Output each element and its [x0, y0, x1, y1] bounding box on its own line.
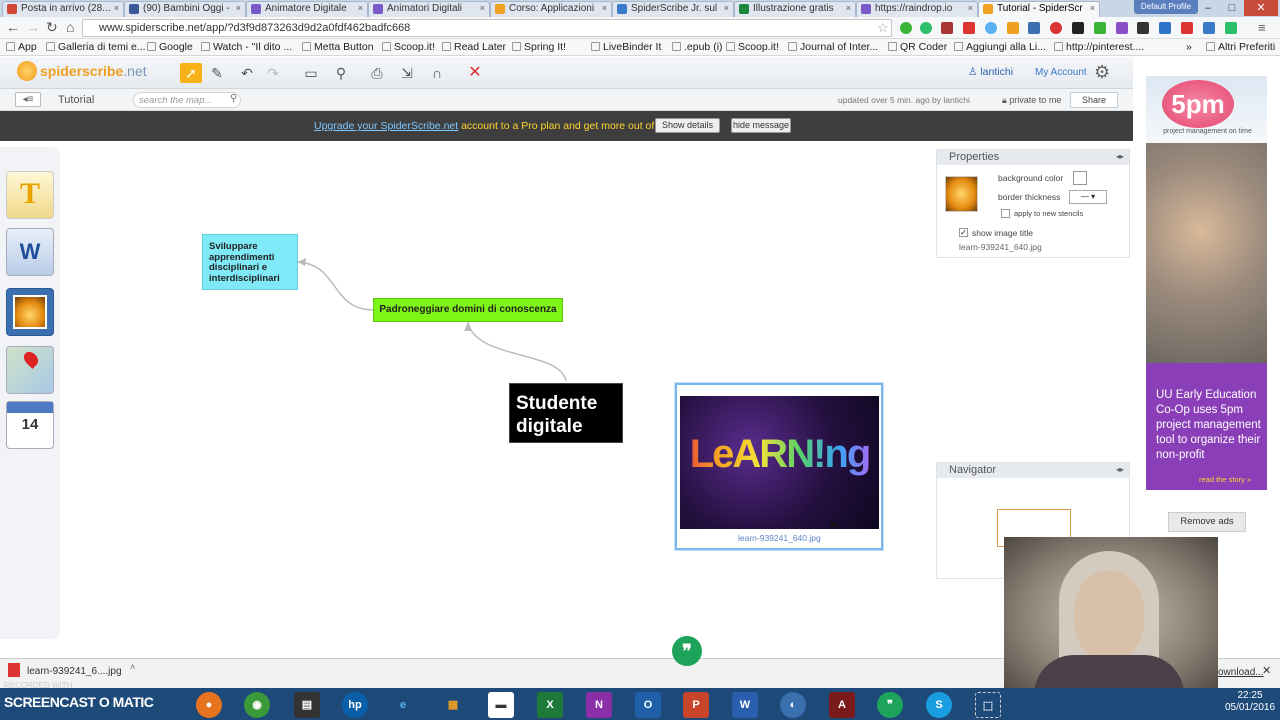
outlook-icon[interactable]: O: [635, 692, 661, 718]
collapse-icon[interactable]: ◂▸: [1116, 465, 1124, 474]
color-swatch[interactable]: [1073, 171, 1087, 185]
screencast-watermark: SCREENCAST O MATIC: [4, 694, 154, 710]
word-icon[interactable]: W: [732, 692, 758, 718]
internet-explorer-icon[interactable]: e: [390, 692, 416, 718]
hp-icon[interactable]: hp: [342, 692, 368, 718]
ad-tagline: project management on time: [1163, 128, 1252, 135]
download-options-icon[interactable]: ˄: [130, 662, 135, 672]
recorded-label: RECORDED WITH: [4, 681, 73, 690]
firefox-icon[interactable]: ●: [196, 692, 222, 718]
chrome-icon[interactable]: ◉: [244, 692, 270, 718]
5pm-logo: 5pm: [1162, 80, 1234, 128]
close-icon[interactable]: ✕: [1262, 664, 1271, 677]
border-thickness-label: border thickness: [998, 192, 1061, 202]
properties-header[interactable]: Properties ◂▸: [937, 150, 1129, 165]
border-thickness-select[interactable]: — ▾: [1069, 190, 1107, 204]
mindmap-node[interactable]: Sviluppare apprendimenti disciplinari e …: [202, 234, 298, 290]
central-node[interactable]: Studente digitale: [509, 383, 623, 443]
app-icon[interactable]: ◐: [780, 692, 806, 718]
image-title: learn-939241_640.jpg: [738, 533, 821, 543]
notepad-icon[interactable]: ▬: [488, 692, 514, 718]
image-filename: learn-939241_640.jpg: [959, 242, 1042, 252]
background-color-label: background color: [998, 173, 1064, 183]
apps-grid-icon[interactable]: ▦: [440, 692, 466, 718]
download-item[interactable]: learn-939241_6....jpg: [27, 666, 122, 677]
powerpoint-icon[interactable]: P: [683, 692, 709, 718]
ad-photo: [1146, 143, 1267, 363]
hangouts-icon[interactable]: ❞: [877, 692, 903, 718]
apply-stencils-label: apply to new stencils: [1014, 209, 1084, 218]
remove-ads-button[interactable]: Remove ads: [1168, 512, 1246, 532]
file-icon: [8, 663, 20, 677]
snipping-icon[interactable]: ⬚: [975, 692, 1001, 718]
apply-stencils-checkbox[interactable]: [1001, 209, 1010, 218]
read-story-link[interactable]: read the story »: [1199, 475, 1251, 484]
collapse-icon[interactable]: ◂▸: [1116, 152, 1124, 161]
learning-image[interactable]: LeARN!ng: [680, 396, 879, 529]
show-title-checkbox[interactable]: ✓: [959, 228, 968, 237]
onenote-icon[interactable]: N: [586, 692, 612, 718]
show-all-downloads-link[interactable]: ownload...: [1218, 667, 1264, 678]
mindmap-node[interactable]: Padroneggiare domini di conoscenza: [373, 298, 563, 322]
webcam-overlay: [1004, 537, 1218, 695]
skype-icon[interactable]: S: [926, 692, 952, 718]
acrobat-icon[interactable]: A: [829, 692, 855, 718]
chat-bubble-icon[interactable]: ❞: [672, 636, 702, 666]
mouse-cursor-icon: ➤: [828, 517, 839, 532]
ad-text: UU Early Education Co-Op uses 5pm projec…: [1156, 389, 1261, 461]
show-title-label: show image title: [972, 228, 1033, 238]
navigator-header[interactable]: Navigator ◂▸: [937, 463, 1129, 478]
clock[interactable]: 22:25 05/01/2016: [1220, 690, 1280, 714]
excel-icon[interactable]: X: [537, 692, 563, 718]
film-icon[interactable]: ▤: [294, 692, 320, 718]
image-thumbnail: [945, 176, 978, 212]
